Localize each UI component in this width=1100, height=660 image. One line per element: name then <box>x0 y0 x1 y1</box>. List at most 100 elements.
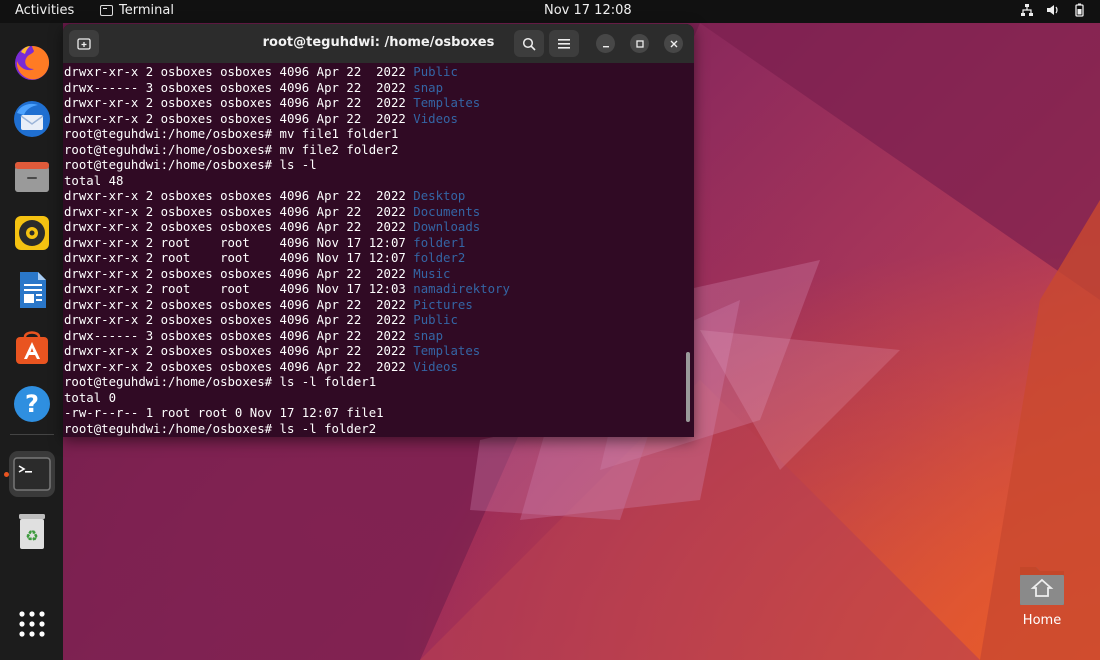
maximize-icon <box>635 39 644 48</box>
directory-name: Music <box>413 266 451 281</box>
terminal-line: root@teguhdwi:/home/osboxes# ls -l folde… <box>64 422 684 438</box>
terminal-line-text: drwxr-xr-x 2 osboxes osboxes 4096 Apr 22… <box>64 297 414 312</box>
terminal-line: drwxr-xr-x 2 osboxes osboxes 4096 Apr 22… <box>64 220 684 236</box>
app-center-icon <box>16 331 48 364</box>
svg-text:?: ? <box>25 390 39 418</box>
rhythmbox-launcher[interactable] <box>9 210 55 256</box>
terminal-line: drwxr-xr-x 2 osboxes osboxes 4096 Apr 22… <box>64 112 684 128</box>
maximize-button[interactable] <box>630 34 649 53</box>
terminal-line: drwxr-xr-x 2 osboxes osboxes 4096 Apr 22… <box>64 360 684 376</box>
help-launcher[interactable]: ? <box>9 381 55 427</box>
terminal-line: drwxr-xr-x 2 osboxes osboxes 4096 Apr 22… <box>64 344 684 360</box>
home-folder-icon <box>1018 563 1066 607</box>
terminal-line-text: total 48 <box>64 173 124 188</box>
minimize-button[interactable] <box>596 34 615 53</box>
terminal-line-text: root@teguhdwi:/home/osboxes# mv file1 fo… <box>64 127 399 141</box>
terminal-line: drwx------ 3 osboxes osboxes 4096 Apr 22… <box>64 329 684 345</box>
files-launcher[interactable] <box>9 153 55 199</box>
firefox-icon <box>15 46 50 80</box>
directory-name: snap <box>413 328 444 343</box>
rhythmbox-icon <box>15 216 49 250</box>
battery-icon <box>1072 3 1086 17</box>
search-icon <box>522 37 536 51</box>
terminal-output[interactable]: drwxr-xr-x 2 osboxes osboxes 4096 Apr 22… <box>64 65 684 437</box>
thunderbird-launcher[interactable] <box>9 96 55 142</box>
terminal-line: root@teguhdwi:/home/osboxes# mv file2 fo… <box>64 143 684 159</box>
terminal-line-text: drwxr-xr-x 2 root root 4096 Nov 17 12:07 <box>64 235 414 250</box>
terminal-line-text: drwxr-xr-x 2 osboxes osboxes 4096 Apr 22… <box>64 189 414 203</box>
terminal-line: drwxr-xr-x 2 root root 4096 Nov 17 12:07… <box>64 251 684 267</box>
directory-name: folder2 <box>413 251 466 265</box>
terminal-line-text: root@teguhdwi:/home/osboxes# ls -l folde… <box>64 375 377 389</box>
directory-name: Downloads <box>413 220 481 234</box>
top-bar: Activities Terminal Nov 17 12:08 <box>0 0 1100 23</box>
terminal-window[interactable]: root@teguhdwi: /home/osboxes drwxr-xr-x … <box>63 24 694 437</box>
terminal-line: root@teguhdwi:/home/osboxes# mv file1 fo… <box>64 127 684 143</box>
terminal-line: root@teguhdwi:/home/osboxes# ls -l folde… <box>64 375 684 391</box>
desktop-home-folder[interactable]: Home <box>1012 563 1072 628</box>
show-apps-button[interactable] <box>9 601 55 647</box>
close-button[interactable] <box>664 34 683 53</box>
terminal-line-text: drwx------ 3 osboxes osboxes 4096 Apr 22… <box>64 328 414 343</box>
directory-name: Desktop <box>413 189 466 203</box>
terminal-line-text: drwxr-xr-x 2 osboxes osboxes 4096 Apr 22… <box>64 266 414 281</box>
terminal-line: -rw-r--r-- 1 root root 0 Nov 17 12:07 fi… <box>64 406 684 422</box>
clock[interactable]: Nov 17 12:08 <box>544 3 632 18</box>
directory-name: snap <box>413 80 444 95</box>
terminal-line-text: drwxr-xr-x 2 osboxes osboxes 4096 Apr 22… <box>64 204 414 219</box>
terminal-line: drwxr-xr-x 2 osboxes osboxes 4096 Apr 22… <box>64 96 684 112</box>
minimize-icon <box>602 45 609 47</box>
terminal-line: total 0 <box>64 391 684 407</box>
terminal-line-text: drwxr-xr-x 2 osboxes osboxes 4096 Apr 22… <box>64 65 414 79</box>
terminal-line: drwxr-xr-x 2 osboxes osboxes 4096 Apr 22… <box>64 65 684 81</box>
terminal-line-text: root@teguhdwi:/home/osboxes# ls -l <box>64 158 317 172</box>
directory-name: Pictures <box>413 297 473 312</box>
terminal-line: drwx------ 3 osboxes osboxes 4096 Apr 22… <box>64 81 684 97</box>
files-icon <box>15 162 49 192</box>
trash-launcher[interactable]: ♻ <box>9 508 55 554</box>
svg-text:♻: ♻ <box>25 527 38 545</box>
terminal-line-text: drwxr-xr-x 2 osboxes osboxes 4096 Apr 22… <box>64 359 414 374</box>
directory-name: Documents <box>413 204 481 219</box>
thunderbird-icon <box>14 101 50 137</box>
network-icon <box>1020 3 1034 17</box>
search-button[interactable] <box>514 30 544 57</box>
app-menu[interactable]: Terminal <box>100 3 174 18</box>
terminal-line: root@teguhdwi:/home/osboxes# ls -l <box>64 158 684 174</box>
directory-name: Videos <box>413 111 458 126</box>
directory-name: Public <box>413 65 458 79</box>
terminal-line: drwxr-xr-x 2 root root 4096 Nov 17 12:03… <box>64 282 684 298</box>
terminal-launcher[interactable] <box>9 451 55 497</box>
menu-button[interactable] <box>549 30 579 57</box>
terminal-icon <box>100 5 113 16</box>
dock-separator <box>10 434 54 435</box>
terminal-line-text: drwxr-xr-x 2 root root 4096 Nov 17 12:07 <box>64 251 414 265</box>
app-grid-icon <box>19 611 45 637</box>
terminal-line-text: -rw-r--r-- 1 root root 0 Nov 17 12:07 fi… <box>64 406 384 420</box>
terminal-titlebar[interactable]: root@teguhdwi: /home/osboxes <box>63 24 694 63</box>
terminal-line-text: root@teguhdwi:/home/osboxes# mv file2 fo… <box>64 142 399 157</box>
dock: ? ♻ <box>0 23 63 660</box>
terminal-scrollbar[interactable] <box>686 352 690 422</box>
close-icon <box>670 40 677 47</box>
firefox-launcher[interactable] <box>9 39 55 85</box>
terminal-line-text: drwx------ 3 osboxes osboxes 4096 Apr 22… <box>64 80 414 95</box>
terminal-line: drwxr-xr-x 2 osboxes osboxes 4096 Apr 22… <box>64 267 684 283</box>
terminal-line-text: root@teguhdwi:/home/osboxes# ls -l folde… <box>64 421 377 436</box>
trash-icon: ♻ <box>19 514 45 549</box>
activities-button[interactable]: Activities <box>15 3 74 18</box>
terminal-line-text: drwxr-xr-x 2 osboxes osboxes 4096 Apr 22… <box>64 220 414 234</box>
terminal-line: drwxr-xr-x 2 osboxes osboxes 4096 Apr 22… <box>64 313 684 329</box>
directory-name: Templates <box>413 344 481 358</box>
directory-name: folder1 <box>413 235 466 250</box>
writer-launcher[interactable] <box>9 267 55 313</box>
system-tray[interactable] <box>1020 3 1086 17</box>
directory-name: Videos <box>413 359 458 374</box>
directory-name: namadirektory <box>413 282 510 296</box>
terminal-line: drwxr-xr-x 2 osboxes osboxes 4096 Apr 22… <box>64 298 684 314</box>
app-menu-label: Terminal <box>119 3 174 18</box>
app-center-launcher[interactable] <box>9 324 55 370</box>
directory-name: Public <box>413 313 458 327</box>
terminal-line: drwxr-xr-x 2 osboxes osboxes 4096 Apr 22… <box>64 189 684 205</box>
terminal-line-text: total 0 <box>64 390 117 405</box>
